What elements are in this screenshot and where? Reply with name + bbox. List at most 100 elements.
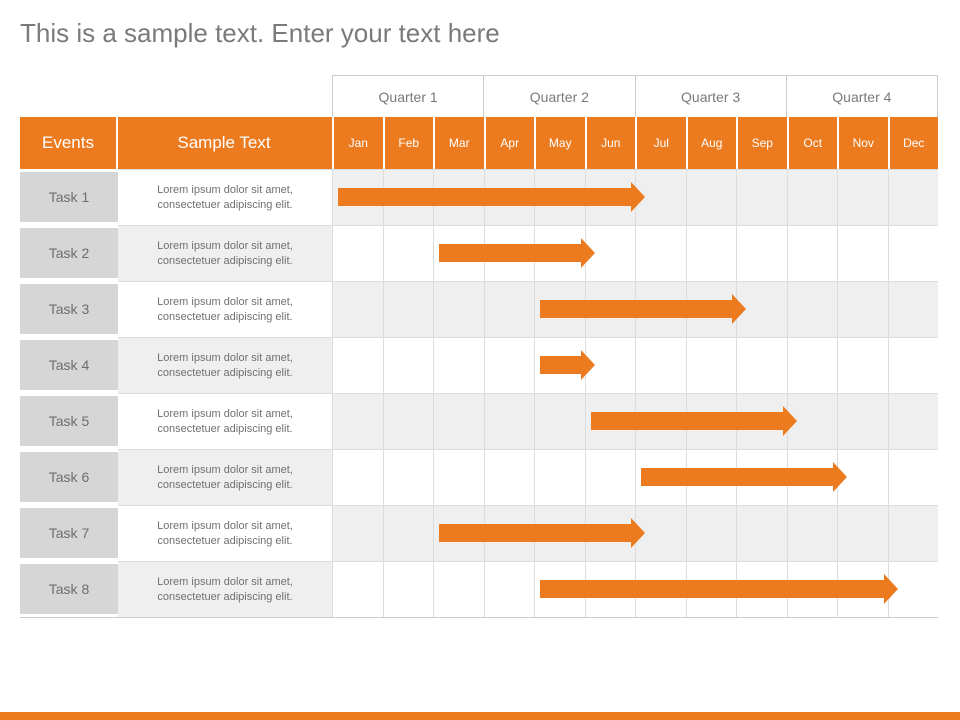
- month-cell: [736, 169, 787, 225]
- month-header: May: [534, 117, 585, 169]
- month-cell: [888, 561, 939, 617]
- month-cell: [837, 169, 888, 225]
- month-cell: [332, 505, 383, 561]
- month-cell: [686, 505, 737, 561]
- month-cell: [383, 505, 434, 561]
- task-name: Task 8: [20, 561, 118, 617]
- month-cell: [433, 281, 484, 337]
- month-cell: [585, 337, 636, 393]
- month-cell: [332, 169, 383, 225]
- month-cell: [736, 561, 787, 617]
- month-cell: [736, 393, 787, 449]
- task-row: Task 1Lorem ipsum dolor sit amet, consec…: [20, 169, 938, 225]
- month-header: Nov: [837, 117, 888, 169]
- month-cell: [332, 337, 383, 393]
- month-cell: [736, 281, 787, 337]
- month-header: Feb: [383, 117, 434, 169]
- slide-title: This is a sample text. Enter your text h…: [20, 18, 940, 49]
- task-description: Lorem ipsum dolor sit amet, consectetuer…: [118, 225, 332, 281]
- month-cell: [686, 281, 737, 337]
- task-row: Task 7Lorem ipsum dolor sit amet, consec…: [20, 505, 938, 561]
- month-header: Jul: [635, 117, 686, 169]
- month-cell: [332, 281, 383, 337]
- month-cell: [837, 393, 888, 449]
- month-cell: [686, 169, 737, 225]
- month-cell: [635, 561, 686, 617]
- month-cell: [635, 281, 686, 337]
- events-header: Events: [20, 117, 118, 169]
- month-cell: [686, 337, 737, 393]
- month-header: Dec: [888, 117, 939, 169]
- month-cell: [787, 505, 838, 561]
- month-cell: [888, 225, 939, 281]
- month-cell: [787, 169, 838, 225]
- month-cell: [484, 561, 535, 617]
- month-cell: [635, 393, 686, 449]
- month-cell: [787, 561, 838, 617]
- month-cell: [383, 281, 434, 337]
- task-name: Task 3: [20, 281, 118, 337]
- month-cell: [635, 169, 686, 225]
- month-cell: [484, 449, 535, 505]
- month-cell: [736, 505, 787, 561]
- month-cell: [787, 225, 838, 281]
- month-cell: [635, 449, 686, 505]
- month-cell: [332, 449, 383, 505]
- task-description: Lorem ipsum dolor sit amet, consectetuer…: [118, 169, 332, 225]
- month-cell: [736, 225, 787, 281]
- month-cell: [534, 225, 585, 281]
- month-cell: [585, 393, 636, 449]
- quarter-label: Quarter 2: [483, 75, 634, 117]
- month-cell: [383, 337, 434, 393]
- task-row: Task 3Lorem ipsum dolor sit amet, consec…: [20, 281, 938, 337]
- task-description: Lorem ipsum dolor sit amet, consectetuer…: [118, 561, 332, 617]
- task-row: Task 2Lorem ipsum dolor sit amet, consec…: [20, 225, 938, 281]
- month-cell: [484, 225, 535, 281]
- month-header: Aug: [686, 117, 737, 169]
- month-cell: [837, 505, 888, 561]
- month-cell: [585, 561, 636, 617]
- month-cell: [484, 169, 535, 225]
- month-cell: [787, 281, 838, 337]
- month-cell: [736, 337, 787, 393]
- task-description: Lorem ipsum dolor sit amet, consectetuer…: [118, 281, 332, 337]
- month-cell: [534, 393, 585, 449]
- month-cell: [736, 449, 787, 505]
- month-cell: [534, 561, 585, 617]
- month-cell: [837, 449, 888, 505]
- month-cell: [484, 337, 535, 393]
- month-cell: [383, 225, 434, 281]
- month-cell: [585, 225, 636, 281]
- month-cell: [837, 561, 888, 617]
- task-description: Lorem ipsum dolor sit amet, consectetuer…: [118, 505, 332, 561]
- quarter-label: Quarter 1: [332, 75, 483, 117]
- month-cell: [383, 449, 434, 505]
- task-name: Task 7: [20, 505, 118, 561]
- month-cell: [635, 505, 686, 561]
- month-header: Sep: [736, 117, 787, 169]
- month-cell: [686, 225, 737, 281]
- task-name: Task 4: [20, 337, 118, 393]
- month-header: Jun: [585, 117, 636, 169]
- month-cell: [888, 337, 939, 393]
- month-cell: [534, 449, 585, 505]
- month-cell: [686, 393, 737, 449]
- month-cell: [837, 337, 888, 393]
- month-cell: [534, 337, 585, 393]
- month-cell: [686, 561, 737, 617]
- month-cell: [635, 337, 686, 393]
- task-name: Task 1: [20, 169, 118, 225]
- month-cell: [332, 225, 383, 281]
- quarter-label: Quarter 3: [635, 75, 786, 117]
- sample-text-header: Sample Text: [118, 117, 332, 169]
- month-cell: [433, 225, 484, 281]
- month-cell: [686, 449, 737, 505]
- accent-bar: [0, 712, 960, 720]
- month-cell: [585, 281, 636, 337]
- task-name: Task 6: [20, 449, 118, 505]
- month-cell: [635, 225, 686, 281]
- quarter-header-row: Quarter 1 Quarter 2 Quarter 3 Quarter 4: [20, 75, 938, 117]
- month-cell: [787, 337, 838, 393]
- month-header: Apr: [484, 117, 535, 169]
- task-description: Lorem ipsum dolor sit amet, consectetuer…: [118, 449, 332, 505]
